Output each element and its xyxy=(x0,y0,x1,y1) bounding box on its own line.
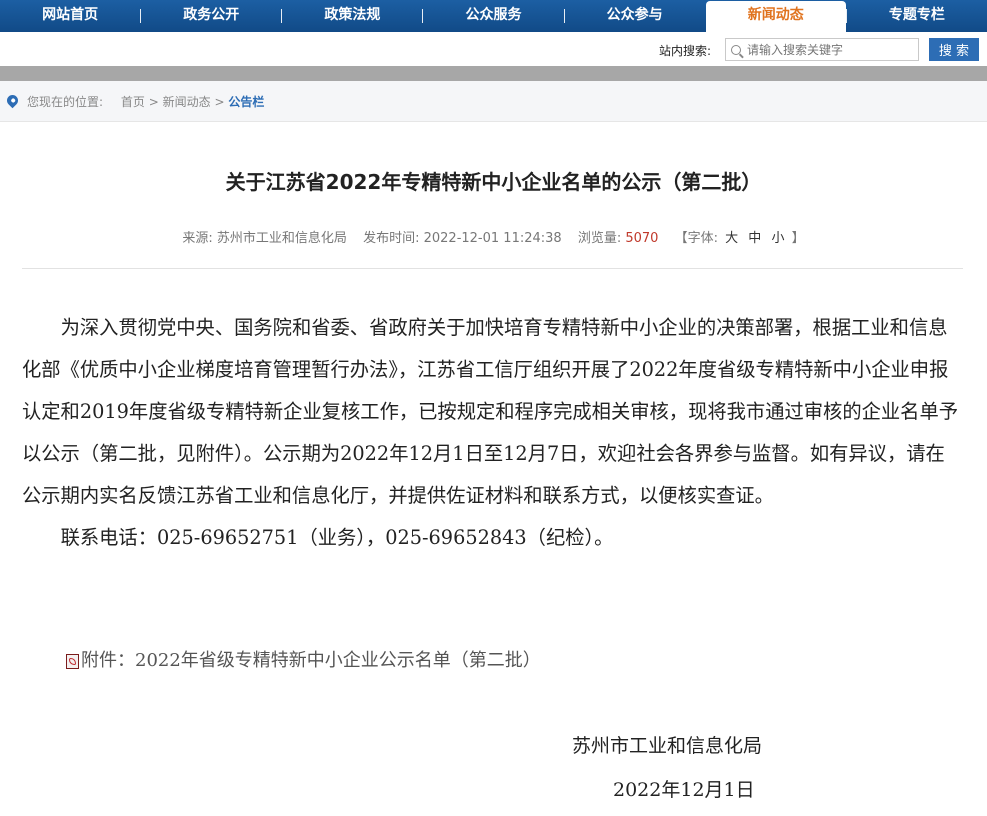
title-divider xyxy=(22,268,963,269)
header-divider-bar xyxy=(0,66,987,81)
search-input[interactable] xyxy=(745,41,918,58)
search-button[interactable]: 搜 索 xyxy=(929,38,979,61)
top-nav: 网站首页 政务公开 政策法规 公众服务 公众参与 新闻动态 专题专栏 xyxy=(0,0,987,32)
meta-time: 2022-12-01 11:24:38 xyxy=(423,231,562,246)
nav-item-participation[interactable]: 公众参与 xyxy=(565,0,705,32)
nav-item-gov-affairs[interactable]: 政务公开 xyxy=(141,0,281,32)
nav-item-policies[interactable]: 政策法规 xyxy=(282,0,422,32)
signature-org: 苏州市工业和信息化局 xyxy=(572,735,763,757)
breadcrumb-current-link[interactable]: 公告栏 xyxy=(228,95,264,109)
breadcrumb-prefix: 您现在的位置: xyxy=(27,95,104,109)
font-size-open: 【字体: xyxy=(674,231,718,246)
breadcrumb-separator: > xyxy=(148,95,159,109)
search-label: 站内搜索: xyxy=(659,44,712,58)
meta-source-label: 来源: xyxy=(182,231,213,246)
search-bar: 站内搜索: 搜 索 xyxy=(0,32,987,66)
article-title: 关于江苏省2022年专精特新中小企业名单的公示（第二批） xyxy=(225,170,762,194)
breadcrumb-separator: > xyxy=(214,95,225,109)
nav-item-public-service[interactable]: 公众服务 xyxy=(423,0,563,32)
search-icon xyxy=(731,44,741,55)
nav-item-home[interactable]: 网站首页 xyxy=(0,0,140,32)
article-contact: 联系电话：025-69652751（业务），025-69652843（纪检）。 xyxy=(60,526,614,549)
meta-source: 苏州市工业和信息化局 xyxy=(216,231,347,246)
font-size-close: 】 xyxy=(791,231,805,246)
signature-date: 2022年12月1日 xyxy=(613,779,755,801)
attachment-label: 附件： xyxy=(81,650,135,671)
breadcrumb-home-link[interactable]: 首页 xyxy=(121,95,145,109)
nav-item-topics[interactable]: 专题专栏 xyxy=(847,0,987,32)
breadcrumb: 您现在的位置: 首页 > 新闻动态 > 公告栏 xyxy=(0,81,987,122)
meta-views-count: 5070 xyxy=(625,231,659,246)
article-meta: 来源: 苏州市工业和信息化局 发布时间: 2022-12-01 11:24:38… xyxy=(0,227,987,246)
meta-views-label: 浏览量: xyxy=(577,231,622,246)
article-paragraph: 为深入贯彻党中央、国务院和省委、省政府关于加快培育专精特新中小企业的决策部署，根… xyxy=(22,316,959,507)
font-size-small-button[interactable]: 小 xyxy=(771,231,784,246)
font-size-large-button[interactable]: 大 xyxy=(725,231,738,246)
attachment: 附件： 2022年省级专精特新中小企业公示名单（第二批） xyxy=(66,646,541,672)
attachment-link[interactable]: 2022年省级专精特新中小企业公示名单（第二批） xyxy=(135,646,541,672)
search-box[interactable] xyxy=(725,38,919,61)
pdf-icon xyxy=(66,654,79,669)
nav-item-news[interactable]: 新闻动态 xyxy=(705,1,846,32)
article-body: 为深入贯彻党中央、国务院和省委、省政府关于加快培育专精特新中小企业的决策部署，根… xyxy=(22,307,963,559)
meta-time-label: 发布时间: xyxy=(363,231,420,246)
location-pin-icon xyxy=(4,92,21,109)
breadcrumb-section-link[interactable]: 新闻动态 xyxy=(163,95,211,109)
font-size-medium-button[interactable]: 中 xyxy=(748,231,761,246)
